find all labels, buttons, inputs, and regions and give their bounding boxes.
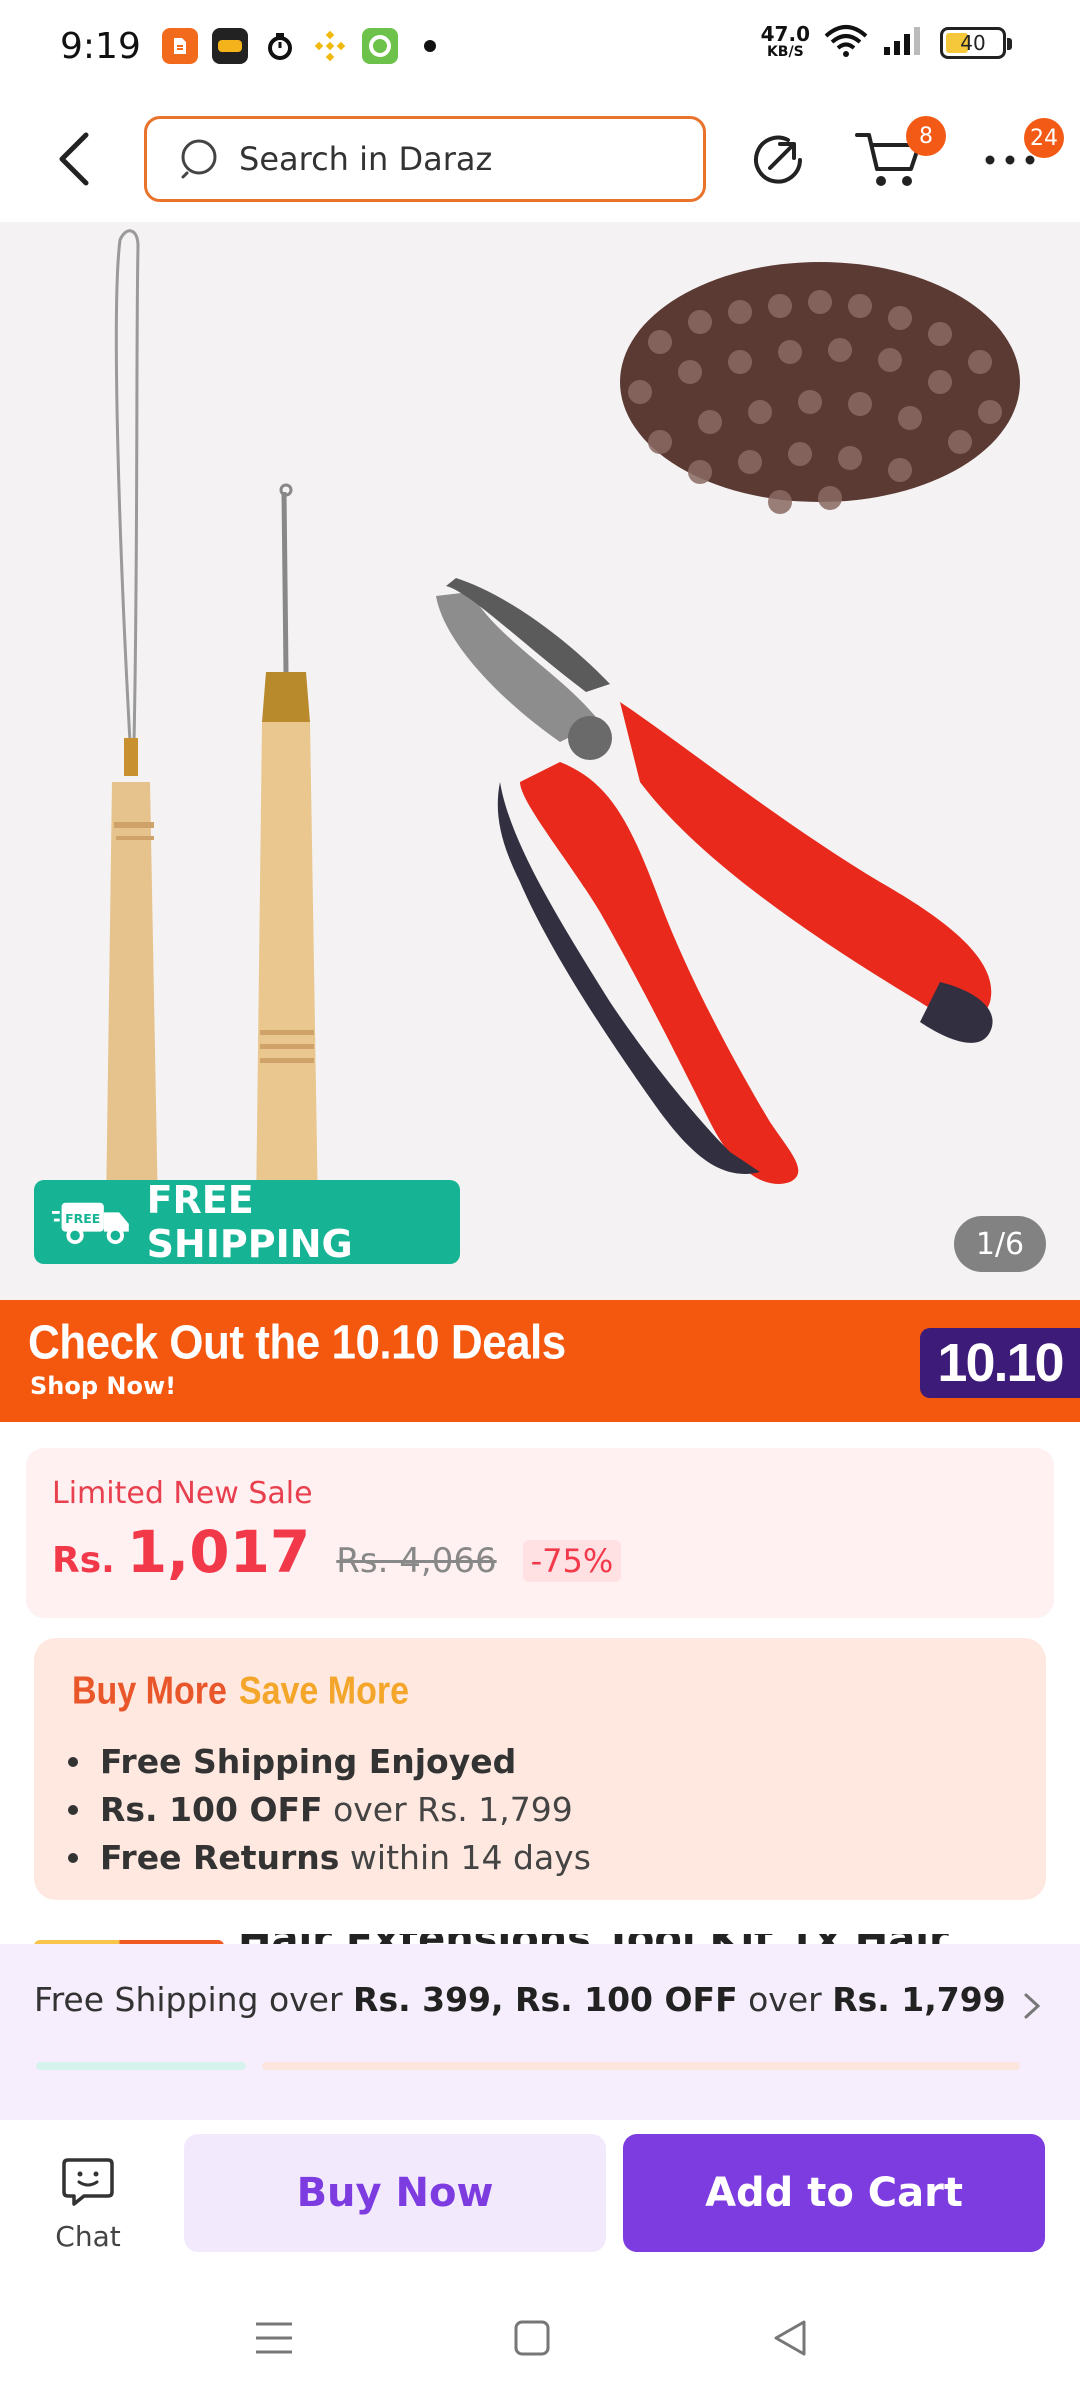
binance-icon [312, 28, 348, 64]
green-app-icon [362, 28, 398, 64]
shipping-promo-text: Free Shipping over Rs. 399, Rs. 100 OFF … [34, 1980, 1006, 2019]
benefits-list: Free Shipping Enjoyed Rs. 100 OFF over R… [68, 1738, 591, 1882]
system-navigation-bar [0, 2270, 1080, 2400]
current-price: 1,017 [126, 1518, 311, 1586]
promo-amount-1: Rs. 399, Rs. 100 OFF [353, 1980, 738, 2019]
bottom-action-bar: Chat Buy Now Add to Cart [0, 2120, 1080, 2270]
benefit-item: Free Shipping Enjoyed [68, 1738, 591, 1786]
price-row: Rs. 1,017 Rs. 4,066 -75% [52, 1518, 622, 1586]
more-dots-icon [985, 155, 1035, 165]
share-button[interactable] [742, 124, 814, 196]
home-button[interactable] [502, 2308, 562, 2368]
promo-progress-segment [262, 2062, 1020, 2070]
search-placeholder: Search in Daraz [239, 140, 493, 178]
chat-icon [62, 2158, 114, 2206]
discount-badge: -75% [522, 1540, 622, 1582]
network-speed-value: 47.0 [760, 22, 810, 46]
menu-lines-icon [256, 2322, 292, 2354]
promo-prefix: Free Shipping over [34, 1980, 354, 2019]
benefit-bold: Rs. 100 OFF [100, 1790, 323, 1829]
app-notification-icon [162, 28, 198, 64]
buy-more-heading: Buy More Save More [72, 1669, 409, 1714]
network-speed: 47.0 KB/S [760, 22, 810, 61]
product-page: 9:19 47.0 KB/S 40 Search in Daraz 8 24 F… [0, 0, 1080, 2400]
chat-button[interactable]: Chat [40, 2154, 136, 2253]
back-arrow-icon [59, 132, 89, 186]
shipping-promo-bar[interactable]: Free Shipping over Rs. 399, Rs. 100 OFF … [0, 1944, 1080, 2120]
product-image [106, 229, 1020, 1212]
search-icon [181, 139, 217, 179]
wifi-icon [824, 24, 868, 62]
game-notification-icon [212, 28, 248, 64]
free-shipping-label: FREE SHIPPING [146, 1178, 353, 1266]
promo-amount-2: Rs. 1,799 [832, 1980, 1006, 2019]
search-input[interactable]: Search in Daraz [144, 116, 706, 202]
chat-label: Chat [55, 2220, 121, 2253]
cart-button[interactable]: 8 [854, 116, 946, 196]
buy-more-card[interactable]: Buy More Save More Free Shipping Enjoyed… [34, 1638, 1046, 1900]
battery-level: 40 [960, 31, 986, 55]
buy-more-title: Buy More [72, 1669, 227, 1713]
bullet-icon [68, 1853, 78, 1863]
signal-icon [882, 25, 926, 61]
delivery-truck-icon: FREE [52, 1202, 129, 1245]
price-currency: Rs. [52, 1540, 115, 1581]
product-image-gallery[interactable]: FREE FREE SHIPPING 1/6 [0, 222, 1080, 1300]
sale-label: Limited New Sale [52, 1476, 313, 1511]
free-shipping-badge: FREE FREE SHIPPING [34, 1178, 460, 1266]
network-speed-unit: KB/S [766, 44, 804, 60]
status-right: 47.0 KB/S 40 [760, 22, 1012, 62]
status-time: 9:19 [60, 26, 141, 67]
battery-icon: 40 [940, 27, 1012, 59]
benefit-item: Rs. 100 OFF over Rs. 1,799 [68, 1786, 591, 1834]
original-price: Rs. 4,066 [336, 1541, 497, 1581]
timer-icon [262, 28, 298, 64]
buy-now-button[interactable]: Buy Now [184, 2134, 606, 2252]
benefit-rest: over Rs. 1,799 [322, 1790, 573, 1829]
free-tag-text: FREE [65, 1211, 100, 1226]
square-home-icon [514, 2320, 550, 2356]
bullet-icon [68, 1757, 78, 1767]
top-navigation: Search in Daraz 8 24 [0, 96, 1080, 222]
more-notifications-dot [424, 40, 436, 52]
benefit-bold: Free Shipping Enjoyed [100, 1742, 517, 1781]
back-button[interactable] [46, 124, 102, 194]
more-menu-button[interactable]: 24 [974, 118, 1064, 196]
promo-progress-segment [36, 2062, 246, 2070]
save-more-title: Save More [238, 1669, 410, 1713]
benefit-item: Free Returns within 14 days [68, 1834, 591, 1882]
campaign-badge: 10.10 [920, 1328, 1080, 1398]
share-icon [754, 135, 802, 184]
status-bar: 9:19 47.0 KB/S 40 [0, 0, 1080, 96]
system-back-button[interactable] [760, 2308, 820, 2368]
benefit-bold: Free Returns [100, 1838, 340, 1877]
benefit-rest: within 14 days [339, 1838, 591, 1877]
notification-icons [162, 28, 436, 64]
chevron-right-icon [1022, 1990, 1042, 2030]
messages-count-badge: 24 [1024, 118, 1064, 158]
cart-count-badge: 8 [906, 116, 946, 156]
deals-banner-subtitle: Shop Now! [30, 1372, 177, 1400]
deals-banner-title: Check Out the 10.10 Deals [28, 1315, 566, 1370]
bullet-icon [68, 1805, 78, 1815]
price-card: Limited New Sale Rs. 1,017 Rs. 4,066 -75… [26, 1448, 1054, 1618]
promo-middle: over [737, 1980, 833, 2019]
image-pager: 1/6 [954, 1216, 1046, 1272]
triangle-back-icon [774, 2320, 806, 2356]
add-to-cart-button[interactable]: Add to Cart [623, 2134, 1045, 2252]
recent-apps-button[interactable] [244, 2308, 304, 2368]
deals-banner[interactable]: Check Out the 10.10 Deals Shop Now! 10.1… [0, 1300, 1080, 1422]
